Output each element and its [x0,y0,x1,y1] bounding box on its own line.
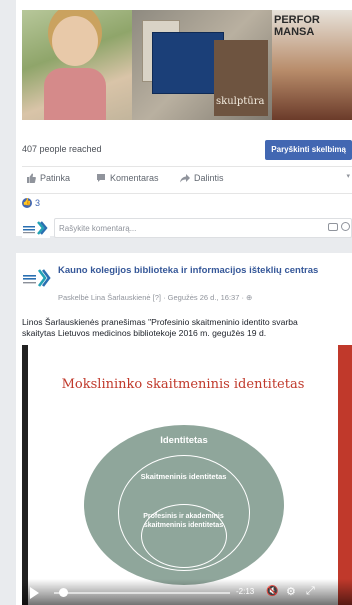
post-card: Kauno kolegijos biblioteka ir informacij… [16,253,352,605]
post-meta: Paskelbė Lina Šarlauskienė [?] · Gegužės… [58,293,253,302]
progress-bar[interactable] [54,592,230,594]
volume-icon[interactable]: 🔇 [266,586,278,597]
thumbs-up-icon [27,173,36,183]
like-button[interactable]: Patinka [26,173,70,183]
identity-ellipse-outer: Identitetas Skaitmeninis identitetas Pro… [84,425,284,585]
page-avatar-logo [22,220,50,238]
camera-icon[interactable] [328,223,338,231]
video-frame: Mokslininko skaitmeninis identitetas Ide… [28,345,338,605]
page-name-link[interactable]: Kauno kolegijos biblioteka ir informacij… [58,265,348,277]
share-button[interactable]: Dalintis [180,173,224,183]
reach-row: 407 people reached Paryškinti skelbimą [22,140,352,162]
fullscreen-icon[interactable]: ⤢ [306,585,315,598]
play-icon[interactable] [30,587,39,599]
identity-ellipse-middle: Skaitmeninis identitetas Profesinis ir a… [118,455,250,571]
comment-composer: Rašykite komentarą... [22,218,352,240]
slide-title: Mokslininko skaitmeninis identitetas [61,377,305,392]
post-actions: Patinka Komentaras Dalintis ▾ [22,170,352,190]
comment-icon [97,174,105,182]
comment-button[interactable]: Komentaras [96,173,159,183]
divider [22,166,352,167]
page-select-icon[interactable]: ▾ [346,172,350,180]
divider [22,193,352,194]
banner-photo-books: skulptūra [132,10,272,120]
share-arrow-icon [180,174,190,183]
banner-title: PERFOR MANSA [274,14,320,38]
emoji-icon[interactable] [341,222,350,231]
boost-post-button[interactable]: Paryškinti skelbimą [265,140,352,160]
feed: skulptūra PERFOR MANSA 407 people reache… [0,0,352,605]
page-avatar-logo[interactable] [22,267,52,289]
video-player[interactable]: Mokslininko skaitmeninis identitetas Ide… [22,345,352,605]
gear-icon[interactable]: ⚙ [286,585,296,598]
time-remaining: -2:13 [236,587,255,596]
banner-photo-girl [22,10,132,120]
slide-edge [338,345,352,605]
comment-input[interactable]: Rašykite komentarą... [54,218,352,238]
video-controls: -2:13 🔇 ⚙ ⤢ [22,579,352,605]
post-card: skulptūra PERFOR MANSA 407 people reache… [16,0,352,238]
identity-ellipse-inner: Profesinis ir akademinis skaitmeninis id… [141,504,227,568]
people-reached[interactable]: 407 people reached [22,144,102,154]
like-reaction-icon: 👍 [22,198,32,208]
post-text: Linos Šarlauskienės pranešimas "Profesin… [22,317,298,338]
banner-image[interactable]: skulptūra PERFOR MANSA [22,10,352,120]
progress-handle[interactable] [58,588,68,597]
book-caption: skulptūra [216,96,265,107]
reaction-count[interactable]: 👍 3 [22,198,40,208]
